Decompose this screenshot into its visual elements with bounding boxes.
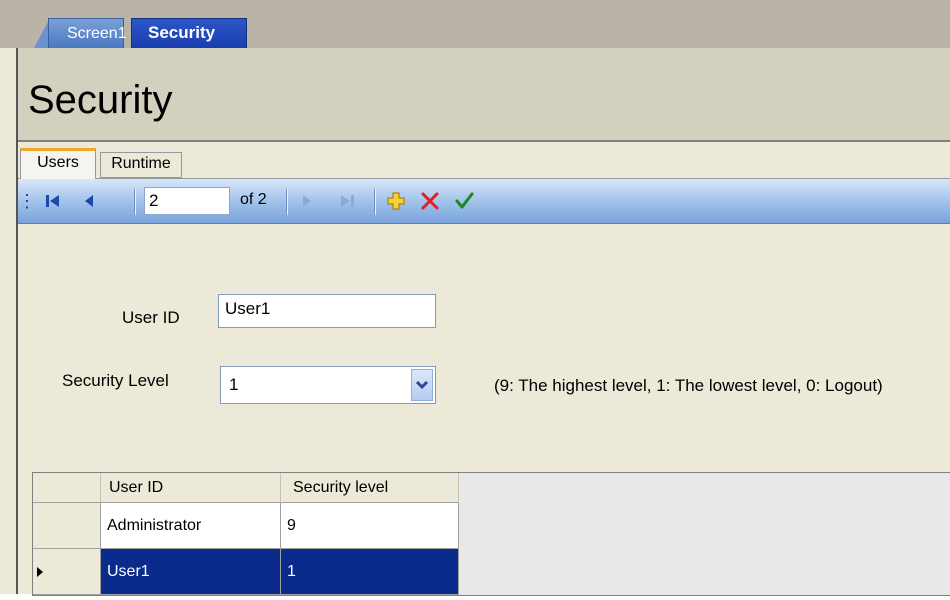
toolbar-separator [374,189,376,215]
doc-tab-security[interactable]: Security [131,18,247,48]
document-tab-strip: Screen1 Security [0,0,950,48]
save-icon[interactable] [450,179,478,223]
security-level-select[interactable]: 1 [220,366,436,404]
toolbar-separator [286,189,288,215]
user-id-label: User ID [122,308,180,327]
next-record-icon[interactable] [294,179,320,223]
table-cell-user-id-selected[interactable]: User1 [101,549,281,595]
toolbar-grip[interactable]: ⋮ [18,179,36,223]
delete-icon[interactable] [416,179,444,223]
grid-corner-header[interactable] [33,473,101,503]
table-cell-security-level[interactable]: 9 [281,503,459,549]
tab-runtime[interactable]: Runtime [100,152,182,178]
current-record-input[interactable]: 2 [144,187,230,215]
security-level-value: 1 [229,375,239,394]
chevron-down-icon[interactable] [411,369,433,401]
security-screen: Security Users Runtime ⋮ 2 of 2 User ID … [16,48,950,596]
page-title: Security [28,78,173,122]
current-row-arrow-icon [37,567,43,577]
record-count-label: of 2 [240,191,267,208]
previous-record-icon[interactable] [76,179,102,223]
tab-users[interactable]: Users [20,148,96,179]
doc-tab-screen1[interactable]: Screen1 [48,18,127,48]
record-navigator-toolbar: ⋮ 2 of 2 [18,179,950,224]
security-level-label: Security Level [62,371,169,390]
row-header[interactable] [33,503,101,549]
column-header-user-id[interactable]: User ID [101,473,281,503]
first-record-icon[interactable] [40,179,66,223]
tab-strip: Users Runtime [18,148,950,179]
app-window: Screen1 Security Security Users Runtime … [0,0,950,596]
add-icon[interactable] [382,179,410,223]
security-level-hint: (9: The highest level, 1: The lowest lev… [494,376,883,395]
user-id-field[interactable]: User1 [218,294,436,328]
page-header: Security [18,48,950,142]
column-header-security-level[interactable]: Security level [281,473,459,503]
toolbar-separator [134,189,136,215]
users-grid: User ID Security level Administrator 9 U… [32,472,950,596]
last-record-icon[interactable] [334,179,360,223]
row-header-current[interactable] [33,549,101,595]
table-cell-user-id[interactable]: Administrator [101,503,281,549]
table-cell-security-level-selected[interactable]: 1 [281,549,459,595]
